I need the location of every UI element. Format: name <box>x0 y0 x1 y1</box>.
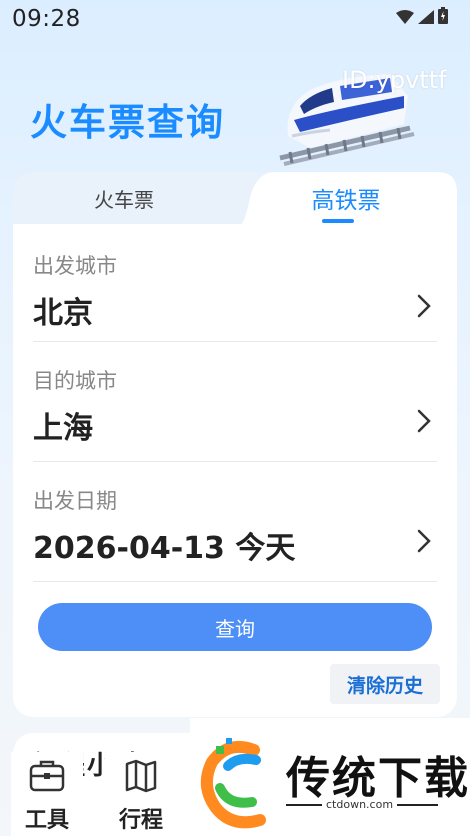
page-title: 火车票查询 <box>30 101 225 144</box>
active-tab-indicator <box>322 219 354 223</box>
status-time: 09:28 <box>12 6 81 32</box>
departure-date-field[interactable]: 出发日期 2026-04-13 今天 <box>33 485 437 567</box>
departure-city-label: 出发城市 <box>33 254 117 278</box>
destination-city-value: 上海 <box>33 411 93 446</box>
clear-history-button[interactable]: 清除历史 <box>330 664 440 704</box>
logo-subtext: ctdown.com <box>322 798 398 811</box>
departure-date-value: 2026-04-13 今天 <box>33 531 296 566</box>
logo-icon <box>200 738 266 829</box>
wifi-icon <box>396 10 414 24</box>
query-card: 火车票 高铁票 出发城市 北京 目的城市 上海 出发日期 2026-04-13 … <box>13 172 457 717</box>
status-bar: 09:28 <box>0 0 470 40</box>
nav-label-tools: 工具 <box>24 808 69 833</box>
tab-train-ticket[interactable]: 火车票 <box>13 172 235 224</box>
battery-icon <box>438 7 448 24</box>
map-icon <box>125 759 157 793</box>
divider <box>33 461 437 462</box>
destination-city-label: 目的城市 <box>33 369 117 393</box>
nav-item-tools[interactable]: 工具 <box>11 752 83 836</box>
destination-city-field[interactable]: 目的城市 上海 <box>33 365 437 447</box>
divider <box>33 581 437 582</box>
divider <box>33 341 437 342</box>
id-label: ID:ypvttf <box>342 66 447 94</box>
chevron-right-icon <box>417 529 431 553</box>
status-icons <box>396 7 448 24</box>
departure-city-value: 北京 <box>33 296 93 331</box>
departure-date-label: 出发日期 <box>33 489 117 513</box>
nav-label-trips: 行程 <box>118 808 163 833</box>
nav-item-trips[interactable]: 行程 <box>105 752 177 836</box>
watermark-logo: 传统下载 ctdown.com <box>190 718 470 836</box>
toolbox-icon <box>29 760 65 792</box>
chevron-right-icon <box>417 409 431 433</box>
chevron-right-icon <box>417 294 431 318</box>
departure-city-field[interactable]: 出发城市 北京 <box>33 250 437 332</box>
query-button[interactable]: 查询 <box>38 603 432 651</box>
tab-high-speed-ticket[interactable]: 高铁票 <box>235 172 457 224</box>
logo-text: 传统下载 <box>286 753 470 804</box>
signal-icon <box>418 10 434 24</box>
